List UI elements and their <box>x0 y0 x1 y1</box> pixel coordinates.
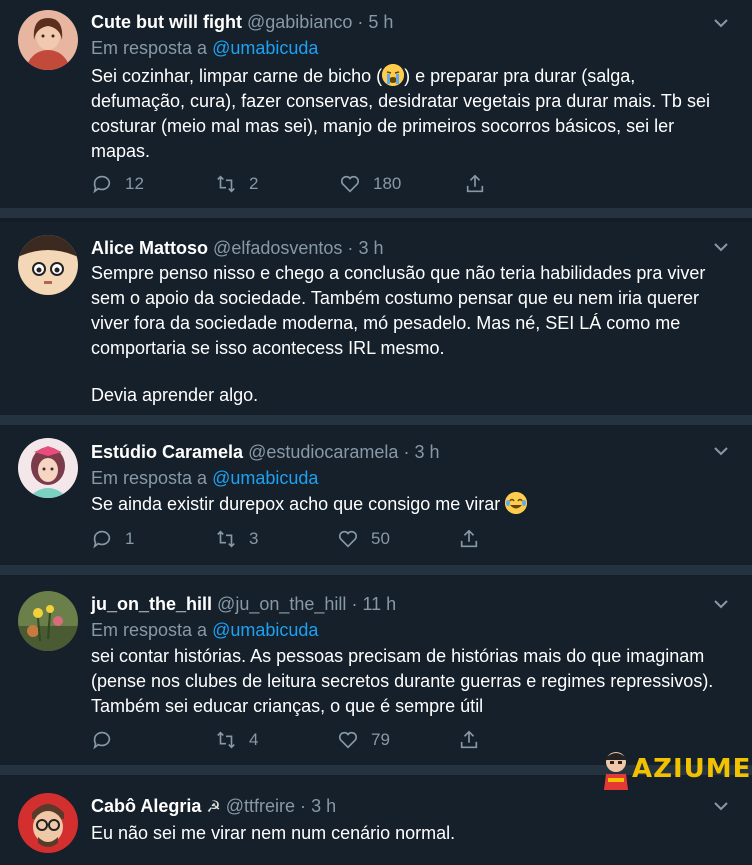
user-handle[interactable]: @elfadosventos <box>213 238 342 258</box>
separator-dot: · <box>403 442 410 462</box>
retweet-button[interactable]: 3 <box>215 528 258 550</box>
reply-prefix: Em resposta a <box>91 38 208 58</box>
display-name[interactable]: Alice Mattoso <box>91 238 208 258</box>
mascot-logo-icon <box>604 752 628 790</box>
share-button[interactable] <box>458 729 492 751</box>
like-count: 50 <box>371 529 390 548</box>
reply-icon <box>93 731 111 750</box>
separator-dot: · <box>347 238 354 258</box>
chevron-down-icon[interactable] <box>710 440 732 462</box>
heart-icon <box>338 731 358 749</box>
reply-context: Em resposta a @umabicuda <box>91 619 722 641</box>
tweet-text: Sempre penso nisso e chego a conclusão q… <box>91 263 706 358</box>
tweet-header: Alice Mattoso @elfadosventos · 3 h <box>91 237 722 259</box>
share-icon <box>460 730 478 749</box>
chevron-down-icon[interactable] <box>710 593 732 615</box>
share-icon <box>460 529 478 548</box>
reply-prefix: Em resposta a <box>91 620 208 640</box>
tweet[interactable]: Cute but will fight @gabibianco · 5 h Em… <box>0 0 752 208</box>
avatar[interactable] <box>18 438 78 498</box>
reply-button[interactable] <box>91 729 125 751</box>
tweet-header: Estúdio Caramela @estudiocaramela · 3 h <box>91 441 722 463</box>
timestamp[interactable]: 3 h <box>358 238 383 258</box>
separator-dot: · <box>351 594 358 614</box>
chevron-down-icon[interactable] <box>710 12 732 34</box>
tweet-divider <box>0 565 752 575</box>
reply-icon <box>93 175 111 194</box>
timestamp[interactable]: 5 h <box>368 12 393 32</box>
reply-context: Em resposta a @umabicuda <box>91 467 722 489</box>
like-button[interactable]: 79 <box>337 729 390 751</box>
like-button[interactable]: 50 <box>337 528 390 550</box>
hammer-sickle-icon: ☭ <box>206 799 221 816</box>
tweet-text: Sei cozinhar, limpar carne de bicho () e… <box>91 64 722 164</box>
user-handle[interactable]: @ju_on_the_hill <box>217 594 346 614</box>
like-count: 180 <box>373 174 402 193</box>
tweet-divider <box>0 208 752 218</box>
timestamp[interactable]: 3 h <box>414 442 439 462</box>
display-name[interactable]: Cabô Alegria <box>91 796 201 816</box>
avatar[interactable] <box>18 235 78 295</box>
retweet-icon <box>217 175 235 193</box>
mention-link[interactable]: @umabicuda <box>212 620 318 640</box>
tweet-text-part: Se ainda existir durepox acho que consig… <box>91 494 501 514</box>
timestamp[interactable]: 3 h <box>311 796 336 816</box>
avatar[interactable] <box>18 591 78 651</box>
reply-icon <box>93 530 111 549</box>
reply-count: 12 <box>125 174 144 193</box>
tweet-text: Eu não sei me virar nem num cenário norm… <box>91 823 456 843</box>
user-handle[interactable]: @estudiocaramela <box>248 442 398 462</box>
watermark: AZIUME <box>598 748 752 790</box>
heart-icon <box>340 175 360 193</box>
retweet-button[interactable]: 4 <box>215 729 258 751</box>
crying-face-emoji-icon <box>382 64 405 86</box>
tweet[interactable]: ju_on_the_hill @ju_on_the_hill · 11 h Em… <box>0 575 752 765</box>
tweet-text: Se ainda existir durepox acho que consig… <box>91 492 722 517</box>
reply-count: 1 <box>125 529 135 548</box>
retweet-icon <box>217 731 235 749</box>
retweet-count: 2 <box>249 174 259 193</box>
reply-button[interactable]: 1 <box>91 528 134 550</box>
avatar[interactable] <box>18 10 78 70</box>
reply-button[interactable]: 12 <box>91 173 144 195</box>
like-button[interactable]: 180 <box>339 173 401 195</box>
avatar[interactable] <box>18 793 78 853</box>
tweet-divider <box>0 415 752 425</box>
chevron-down-icon[interactable] <box>710 236 732 258</box>
tweet[interactable]: Alice Mattoso @elfadosventos · 3 h Sempr… <box>0 222 752 415</box>
tweet-text: sei contar histórias. As pessoas precisa… <box>91 646 714 716</box>
user-handle[interactable]: @ttfreire <box>226 796 295 816</box>
separator-dot: · <box>300 796 307 816</box>
tweet-header: ju_on_the_hill @ju_on_the_hill · 11 h <box>91 593 722 615</box>
reply-context: Em resposta a @umabicuda <box>91 37 722 59</box>
display-name[interactable]: ju_on_the_hill <box>91 594 212 614</box>
retweet-count: 4 <box>249 730 259 749</box>
share-button[interactable] <box>464 173 498 195</box>
tweet-text-part: Sei cozinhar, limpar carne de bicho ( <box>91 66 383 86</box>
retweet-icon <box>217 530 235 548</box>
laughing-tears-emoji-icon <box>505 492 528 514</box>
tweet-header: Cute but will fight @gabibianco · 5 h <box>91 11 722 33</box>
retweet-button[interactable]: 2 <box>215 173 258 195</box>
tweet-text: Devia aprender algo. <box>91 385 259 405</box>
mention-link[interactable]: @umabicuda <box>212 468 318 488</box>
share-button[interactable] <box>458 528 492 550</box>
share-icon <box>466 174 484 193</box>
display-name[interactable]: Cute but will fight <box>91 12 242 32</box>
reply-prefix: Em resposta a <box>91 468 208 488</box>
display-name[interactable]: Estúdio Caramela <box>91 442 243 462</box>
retweet-count: 3 <box>249 529 259 548</box>
heart-icon <box>338 530 358 548</box>
tweet[interactable]: Estúdio Caramela @estudiocaramela · 3 h … <box>0 425 752 565</box>
user-handle[interactable]: @gabibianco <box>247 12 352 32</box>
mention-link[interactable]: @umabicuda <box>212 38 318 58</box>
like-count: 79 <box>371 730 390 749</box>
timestamp[interactable]: 11 h <box>362 594 396 614</box>
tweet-header: Cabô Alegria ☭ @ttfreire · 3 h <box>91 795 722 819</box>
chevron-down-icon[interactable] <box>710 795 732 817</box>
watermark-text: AZIUME <box>632 754 752 784</box>
separator-dot: · <box>357 12 364 32</box>
